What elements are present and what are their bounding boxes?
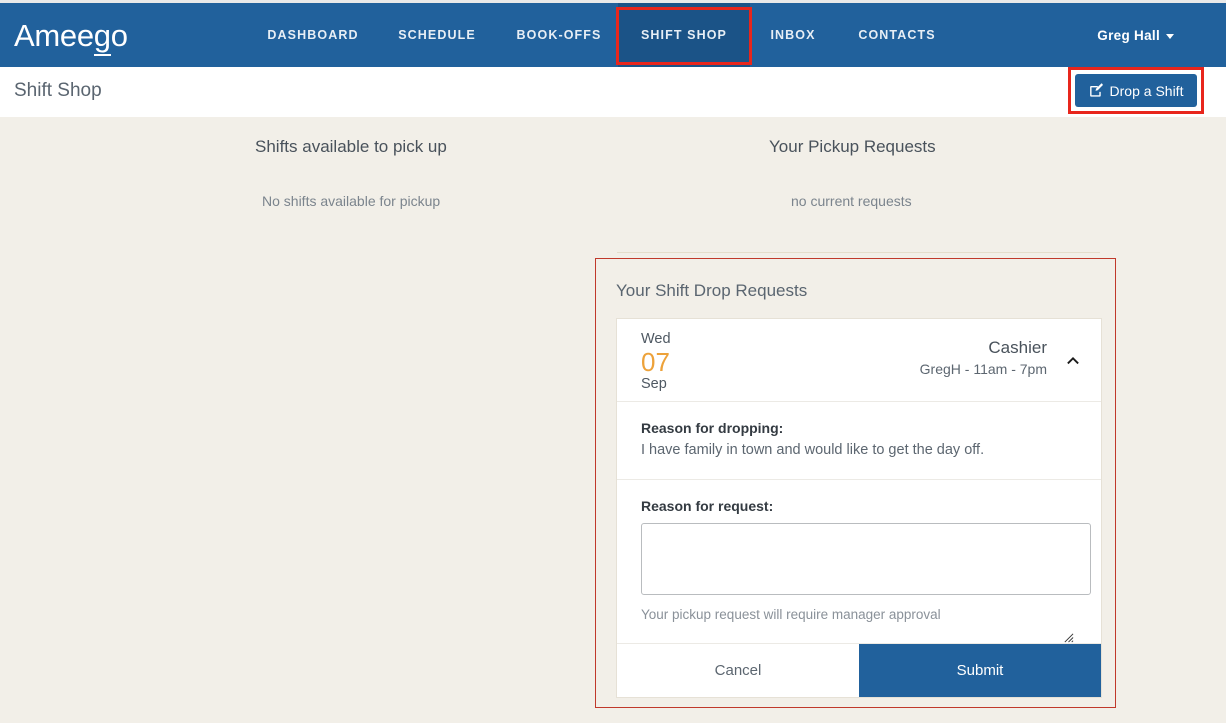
nav-label: SCHEDULE (398, 28, 476, 42)
nav-item-inbox[interactable]: INBOX (762, 3, 824, 67)
drop-a-shift-button[interactable]: Drop a Shift (1075, 74, 1197, 107)
shift-date: Wed 07 Sep (641, 331, 671, 393)
available-shifts-empty-text: No shifts available for pickup (262, 193, 441, 209)
reason-for-dropping-section: Reason for dropping: I have family in to… (617, 402, 1101, 480)
resize-grip-icon[interactable] (1063, 632, 1074, 643)
nav-label: CONTACTS (858, 28, 936, 42)
logo-text: mee (34, 18, 94, 53)
nav-item-shift-shop[interactable]: SHIFT SHOP (618, 3, 750, 67)
shift-day-number: 07 (641, 347, 670, 378)
ameego-logo[interactable]: Ameego (14, 18, 128, 56)
shift-drop-request-card: Wed 07 Sep Cashier GregH - 11am - 7pm Re… (616, 318, 1102, 698)
page-subheader (0, 67, 1226, 117)
chevron-down-icon (1166, 33, 1174, 39)
user-menu[interactable]: Greg Hall (1097, 3, 1174, 67)
reason-for-dropping-text: I have family in town and would like to … (641, 442, 985, 458)
shift-role-info: Cashier GregH - 11am - 7pm (920, 337, 1047, 379)
nav-item-contacts[interactable]: CONTACTS (852, 3, 942, 67)
user-menu-label: Greg Hall (1097, 27, 1160, 43)
pickup-requests-heading: Your Pickup Requests (769, 137, 936, 156)
shift-drop-requests-panel: Your Shift Drop Requests Wed 07 Sep Cash… (598, 261, 1114, 705)
nav-item-schedule[interactable]: SCHEDULE (393, 3, 481, 67)
nav-label: DASHBOARD (267, 28, 359, 42)
cancel-button[interactable]: Cancel (617, 644, 859, 697)
drop-a-shift-label: Drop a Shift (1109, 82, 1184, 99)
reason-for-request-label: Reason for request: (641, 498, 774, 514)
shift-card-header[interactable]: Wed 07 Sep Cashier GregH - 11am - 7pm (617, 319, 1101, 402)
nav-item-book-offs[interactable]: BOOK-OFFS (512, 3, 606, 67)
shift-month: Sep (641, 376, 667, 393)
page-title: Shift Shop (14, 80, 102, 101)
submit-button[interactable]: Submit (859, 644, 1101, 697)
logo-underlined-g: g (93, 18, 111, 56)
chevron-up-icon[interactable] (1065, 352, 1081, 368)
reason-for-request-input[interactable] (641, 523, 1091, 595)
shift-drop-requests-title: Your Shift Drop Requests (616, 281, 808, 300)
shift-details: GregH - 11am - 7pm (919, 361, 1047, 377)
reason-for-request-section: Reason for request: Your pickup request … (617, 480, 1101, 644)
nav-item-dashboard[interactable]: DASHBOARD (265, 3, 361, 67)
nav-label: SHIFT SHOP (640, 28, 727, 42)
shift-card-actions: Cancel Submit (617, 644, 1101, 697)
reason-for-dropping-label: Reason for dropping: (641, 420, 784, 436)
nav-label: BOOK-OFFS (516, 28, 602, 42)
top-navigation-bar: Ameego DASHBOARD SCHEDULE BOOK-OFFS SHIF… (0, 3, 1226, 67)
nav-label: INBOX (770, 28, 816, 42)
shift-role: Cashier (988, 338, 1047, 357)
manager-approval-note: Your pickup request will require manager… (641, 607, 941, 622)
shift-day-of-week: Wed (641, 331, 671, 347)
pickup-requests-empty-text: no current requests (791, 193, 912, 209)
edit-pencil-square-icon (1089, 83, 1103, 97)
shift-shop-page: Ameego DASHBOARD SCHEDULE BOOK-OFFS SHIF… (0, 0, 1226, 723)
available-shifts-heading: Shifts available to pick up (255, 137, 447, 156)
panel-divider (617, 252, 1100, 253)
